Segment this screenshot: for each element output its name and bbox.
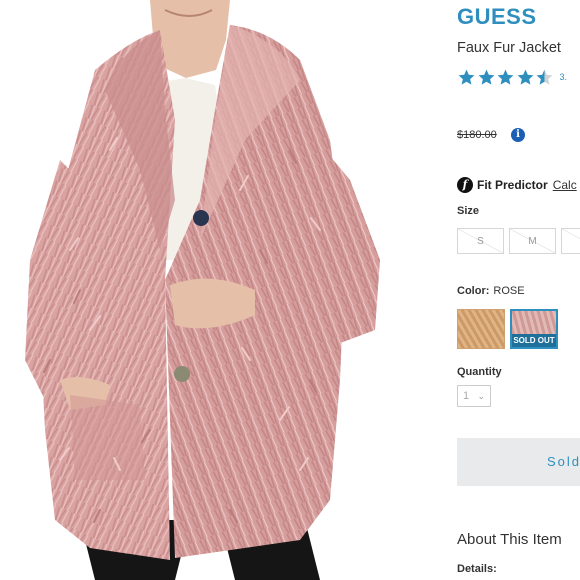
brand-name[interactable]: GUESS xyxy=(457,4,537,30)
details-label: Details: xyxy=(457,563,497,575)
quantity-value: 1 xyxy=(463,390,470,402)
quantity-label: Quantity xyxy=(457,366,502,378)
star-icon xyxy=(517,69,533,85)
star-half-icon xyxy=(536,69,553,85)
rating[interactable]: 3. xyxy=(457,66,567,88)
fit-predictor-link[interactable]: Calc xyxy=(553,178,577,192)
original-price: $180.00 xyxy=(457,129,497,141)
size-option-more[interactable] xyxy=(561,228,580,254)
rating-count[interactable]: 3. xyxy=(560,72,568,82)
sold-out-badge: SOLD OUT xyxy=(512,334,556,347)
size-label: Size xyxy=(457,205,480,217)
color-label: Color: xyxy=(457,285,490,297)
info-icon[interactable]: i xyxy=(511,128,525,142)
star-icon xyxy=(497,69,514,85)
color-swatch-rose[interactable]: SOLD OUT xyxy=(510,309,558,349)
color-selector-label: Color: ROSE xyxy=(457,285,525,297)
sold-out-button[interactable]: Sold xyxy=(457,438,580,486)
fit-predictor-label: Fit Predictor xyxy=(477,177,548,192)
star-icon xyxy=(458,69,475,85)
color-swatch-tan[interactable] xyxy=(457,309,505,349)
size-option-s[interactable]: S xyxy=(457,228,504,254)
product-image xyxy=(25,0,380,580)
chevron-down-icon: ⌄ xyxy=(477,391,485,401)
product-photo[interactable] xyxy=(0,0,430,580)
size-options: S M xyxy=(457,228,580,254)
fit-predictor: f Fit Predictor Calc xyxy=(457,176,577,193)
color-value: ROSE xyxy=(493,285,525,297)
quantity-select[interactable]: 1 ⌄ xyxy=(457,385,491,407)
star-icon xyxy=(478,69,494,85)
about-heading: About This Item xyxy=(457,531,562,548)
product-info-panel: GUESS Faux Fur Jacket 3. $180.00 i f Fit… xyxy=(457,0,580,580)
fit-predictor-icon: f xyxy=(457,176,473,193)
size-option-m[interactable]: M xyxy=(509,228,556,254)
product-title: Faux Fur Jacket xyxy=(457,40,561,56)
